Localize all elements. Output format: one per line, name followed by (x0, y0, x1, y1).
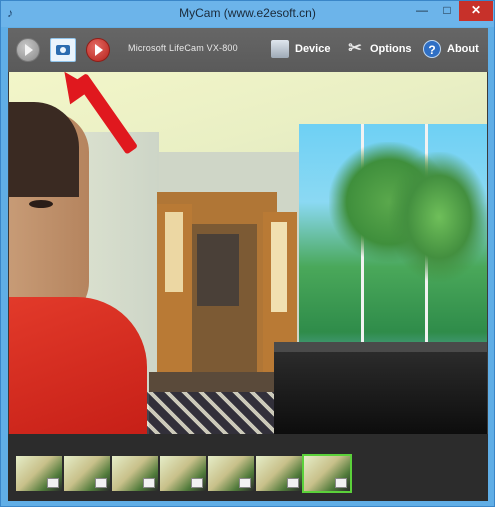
tools-icon: ✂ (348, 40, 362, 57)
photo-badge-icon (47, 478, 59, 488)
thumbnail-selected[interactable] (302, 454, 352, 493)
options-menu-label: Options (370, 43, 412, 55)
app-window: ♪ MyCam (www.e2esoft.cn) — □ ✕ Microsoft… (0, 0, 495, 507)
palm-tree (389, 152, 487, 282)
snapshot-button[interactable] (50, 38, 76, 62)
camera-preview[interactable] (9, 72, 487, 434)
camera-icon (56, 45, 70, 55)
device-menu-button[interactable]: Device (271, 39, 331, 59)
close-button[interactable]: ✕ (459, 1, 493, 21)
record-button[interactable] (86, 38, 110, 62)
title-bar[interactable]: ♪ MyCam (www.e2esoft.cn) — □ ✕ (1, 1, 494, 27)
client-area: Microsoft LifeCam VX-800 Device ✂ Option… (8, 28, 488, 501)
thumbnail-track (16, 454, 352, 493)
snapshot-strip (8, 434, 488, 501)
thumbnail[interactable] (64, 456, 110, 491)
play-button[interactable] (16, 38, 40, 62)
photo-badge-icon (335, 478, 347, 488)
about-menu-label: About (447, 43, 479, 55)
options-menu-button[interactable]: ✂ Options (346, 39, 411, 59)
minimize-button[interactable]: — (409, 1, 435, 21)
door-glass (165, 212, 183, 292)
photo-badge-icon (239, 478, 251, 488)
photo-badge-icon (143, 478, 155, 488)
rug (144, 392, 284, 434)
about-menu-button[interactable]: ? About (423, 39, 483, 59)
photo-badge-icon (287, 478, 299, 488)
toolbar: Microsoft LifeCam VX-800 Device ✂ Option… (8, 28, 488, 72)
thumbnail[interactable] (160, 456, 206, 491)
maximize-button[interactable]: □ (435, 1, 459, 21)
thumbnail[interactable] (112, 456, 158, 491)
cabinet (274, 352, 487, 434)
photo-badge-icon (95, 478, 107, 488)
thumbnail[interactable] (16, 456, 62, 491)
thumbnail[interactable] (256, 456, 302, 491)
person-eye (29, 200, 53, 208)
person-shirt (9, 297, 147, 434)
device-name-label: Microsoft LifeCam VX-800 (128, 43, 238, 53)
webcam-icon (271, 40, 289, 58)
help-icon: ? (423, 40, 441, 58)
thumbnail[interactable] (208, 456, 254, 491)
photo-badge-icon (191, 478, 203, 488)
device-menu-label: Device (295, 43, 331, 55)
door-glass (271, 222, 287, 312)
door-inner (197, 234, 239, 306)
